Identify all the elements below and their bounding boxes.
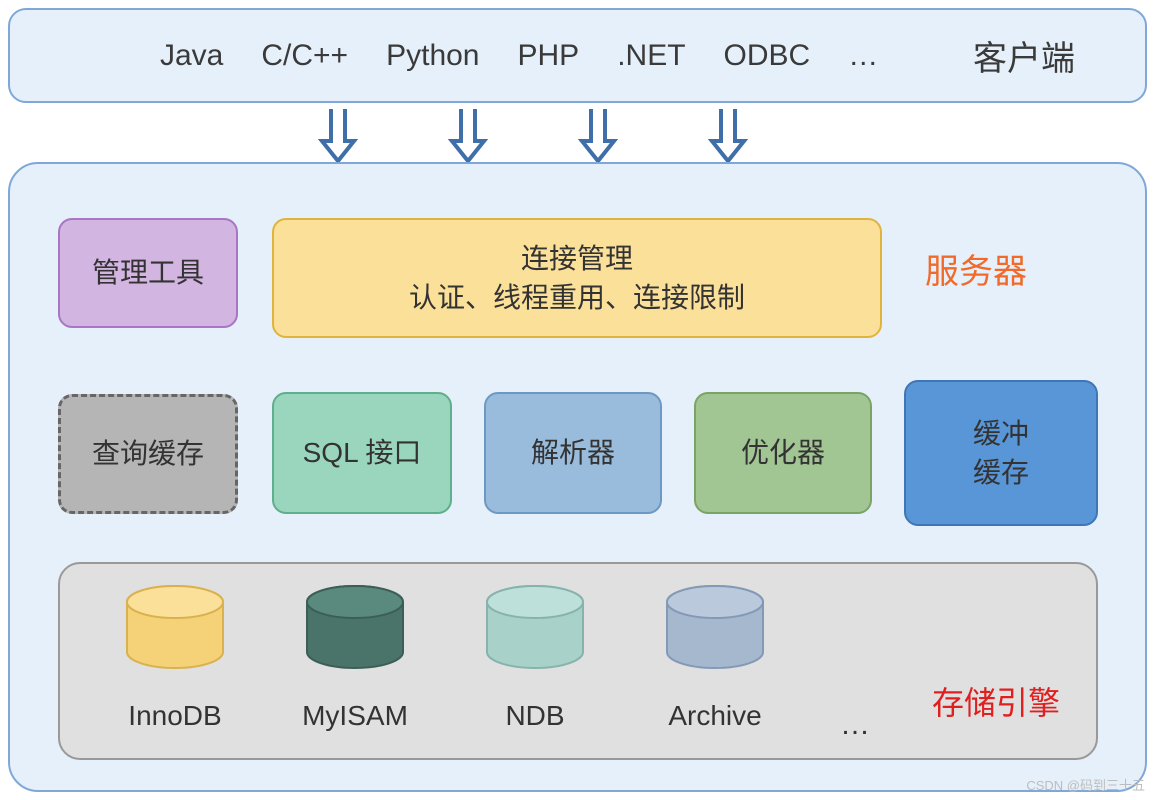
query-cache-box: 查询缓存	[58, 394, 238, 514]
client-item: C/C++	[261, 39, 348, 73]
engine-label: Archive	[660, 696, 770, 735]
arrow-down-icon	[318, 109, 358, 165]
watermark: CSDN @码到三十五	[1026, 775, 1145, 794]
engine-label: MyISAM	[300, 696, 410, 735]
storage-engine-label: 存储引擎	[932, 681, 1060, 726]
storage-engine-item: InnoDB	[120, 582, 230, 735]
arrow-down-icon	[708, 109, 748, 165]
buffer-cache-line2: 缓存	[973, 453, 1029, 492]
engine-label: InnoDB	[120, 696, 230, 735]
storage-engine-item: MyISAM	[300, 582, 410, 735]
arrows-group	[0, 103, 1155, 161]
client-item: .NET	[617, 39, 685, 73]
storage-engine-layer: 存储引擎 InnoDB MyISAM NDB	[58, 562, 1098, 760]
client-item: …	[848, 39, 878, 73]
client-item: PHP	[518, 39, 580, 73]
database-cylinder-icon	[120, 582, 230, 682]
arrow-down-icon	[448, 109, 488, 165]
engine-label: NDB	[480, 696, 590, 735]
client-label: 客户端	[973, 31, 1075, 80]
client-item: Java	[160, 39, 223, 73]
optimizer-label: 优化器	[741, 433, 825, 472]
engine-ellipsis: …	[840, 704, 870, 746]
buffer-cache-box: 缓冲 缓存	[904, 380, 1098, 526]
connection-management-title: 连接管理	[521, 239, 633, 278]
parser-label: 解析器	[531, 433, 615, 472]
server-layer: 管理工具 连接管理 认证、线程重用、连接限制 服务器 查询缓存 SQL 接口 解…	[8, 162, 1147, 792]
management-tools-box: 管理工具	[58, 218, 238, 328]
query-cache-label: 查询缓存	[92, 434, 204, 473]
connection-management-desc: 认证、线程重用、连接限制	[409, 278, 745, 317]
storage-engine-item: Archive	[660, 582, 770, 735]
database-cylinder-icon	[660, 582, 770, 682]
server-label: 服务器	[925, 244, 1027, 293]
buffer-cache-line1: 缓冲	[973, 414, 1029, 453]
storage-engine-item: NDB	[480, 582, 590, 735]
client-items: Java C/C++ Python PHP .NET ODBC …	[160, 39, 878, 73]
database-cylinder-icon	[300, 582, 410, 682]
parser-box: 解析器	[484, 392, 662, 514]
client-item: Python	[386, 39, 479, 73]
connection-management-box: 连接管理 认证、线程重用、连接限制	[272, 218, 882, 338]
client-item: ODBC	[724, 39, 811, 73]
optimizer-box: 优化器	[694, 392, 872, 514]
management-tools-label: 管理工具	[92, 253, 204, 292]
arrow-down-icon	[578, 109, 618, 165]
database-cylinder-icon	[480, 582, 590, 682]
sql-interface-label: SQL 接口	[303, 433, 422, 472]
sql-interface-box: SQL 接口	[272, 392, 452, 514]
client-layer: Java C/C++ Python PHP .NET ODBC … 客户端	[8, 8, 1147, 103]
